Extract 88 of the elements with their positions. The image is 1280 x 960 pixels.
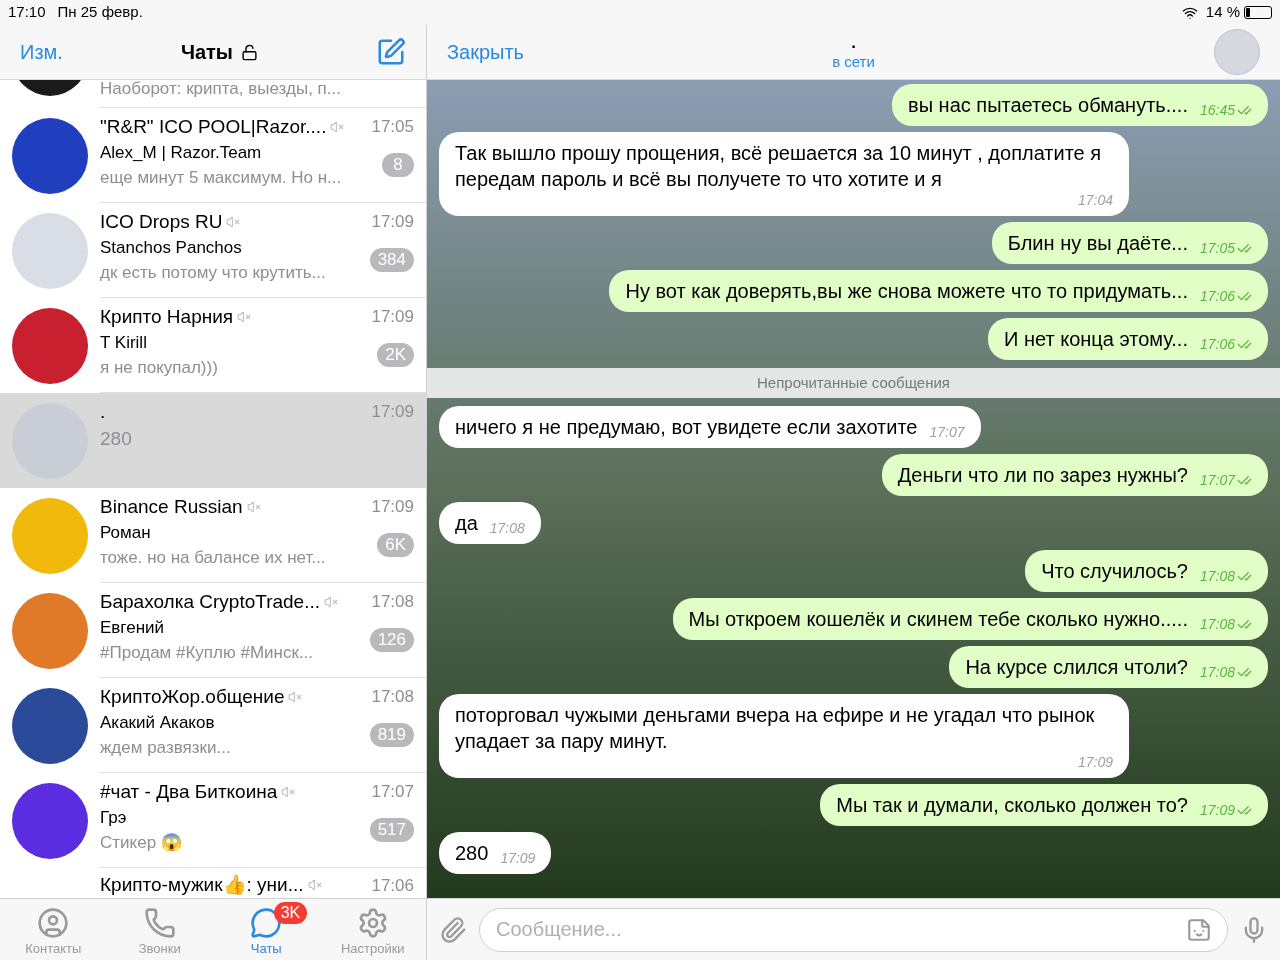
chat-time: 17:09 bbox=[371, 211, 414, 234]
chat-title: . bbox=[100, 399, 106, 424]
chat-preview: Стикер 😱 bbox=[100, 832, 183, 854]
message-text: 280 bbox=[455, 841, 489, 866]
unread-count: 819 bbox=[369, 723, 414, 747]
chat-preview: 280 bbox=[100, 427, 133, 451]
unread-count: 6K bbox=[377, 533, 414, 557]
chat-sender: Роман bbox=[100, 522, 152, 544]
message-time: 17:08 bbox=[1199, 616, 1235, 632]
chat-sender: Акакий Акаков bbox=[100, 712, 216, 734]
message-time: 17:09 bbox=[500, 850, 536, 866]
chat-time: 17:09 bbox=[371, 496, 414, 519]
chats-title: Чаты bbox=[180, 40, 233, 65]
chat-preview: еще минут 5 максимум. Но н... bbox=[100, 167, 343, 189]
message-time: 17:06 bbox=[1199, 288, 1235, 304]
message-text: И нет конца этому... bbox=[1004, 327, 1188, 352]
compose-icon[interactable] bbox=[376, 37, 406, 67]
sticker-icon[interactable] bbox=[1186, 916, 1212, 943]
chat-time: 17:07 bbox=[371, 781, 414, 804]
chat-preview: #Продам #Куплю #Минск... bbox=[100, 642, 315, 664]
phone-icon bbox=[143, 906, 176, 939]
chat-time: 17:05 bbox=[371, 116, 414, 139]
message-time: 17:09 bbox=[1077, 754, 1113, 770]
unread-count: 2K bbox=[377, 343, 414, 367]
message-text: да bbox=[455, 511, 478, 536]
chat-time: 17:08 bbox=[371, 591, 414, 614]
chat-time: 17:06 bbox=[371, 874, 414, 897]
chat-title: КриптоЖор.общение bbox=[100, 684, 285, 709]
status-time: 17:10 bbox=[8, 2, 46, 23]
message-time: 17:08 bbox=[1199, 568, 1235, 584]
message-time: 17:08 bbox=[1199, 664, 1235, 680]
chat-preview: дк есть потому что крутить... bbox=[100, 262, 327, 284]
battery-icon bbox=[1244, 6, 1272, 19]
attach-icon[interactable] bbox=[439, 915, 467, 944]
message-text: Деньги что ли по зарез нужны? bbox=[897, 463, 1188, 488]
chat-sender: Alex_M | Razor.Team bbox=[100, 142, 263, 164]
chat-sender: Евгений bbox=[100, 617, 166, 639]
chat-preview: я не покупал))) bbox=[100, 357, 219, 379]
message-time: 17:06 bbox=[1199, 336, 1235, 352]
message-time: 17:08 bbox=[489, 520, 525, 536]
chat-sender: T Kirill bbox=[100, 332, 148, 354]
chat-title: . bbox=[851, 33, 856, 53]
battery-percent: 14 % bbox=[1205, 2, 1240, 23]
chat-preview: ждем развязки... bbox=[100, 737, 232, 759]
chat-sender: Грэ bbox=[100, 807, 128, 829]
chat-sender: Stanchos Panchos bbox=[100, 237, 243, 259]
chat-preview: тоже. но на балансе их нет... bbox=[100, 547, 327, 569]
chat-preview: Наоборот: крипта, выезды, п... bbox=[100, 80, 341, 98]
message-text: вы нас пытаетесь обмануть.... bbox=[908, 93, 1188, 118]
message-text: Так вышло прошу прощения, всё решается за 10 минут , доплатите я передам пароль и всё вы получете то что хотите и я bbox=[455, 141, 1103, 192]
message-time: 17:07 bbox=[929, 424, 965, 440]
message-text: Мы так и думали, сколько должен то? bbox=[836, 793, 1188, 818]
message-time: 17:05 bbox=[1199, 240, 1235, 256]
chat-title: Крипто Нарния bbox=[100, 304, 234, 329]
status-date: Пн 25 февр. bbox=[57, 2, 143, 23]
message-text: поторговал чужыми деньгами вчера на ефире и не угадал что рынок упадает за пару минут. bbox=[455, 703, 1096, 754]
message-text: Ну вот как доверять,вы же снова можете что то придумать... bbox=[625, 279, 1188, 304]
unread-count: 126 bbox=[369, 628, 414, 652]
message-text: ничего я не предумаю, вот увидете если захотите bbox=[455, 415, 918, 440]
contact-avatar[interactable] bbox=[1214, 29, 1260, 75]
message-text: На курсе слился чтоли? bbox=[965, 655, 1188, 680]
chat-title: Барахолка CryptoTrade... bbox=[100, 589, 320, 614]
message-time: 16:45 bbox=[1199, 102, 1235, 118]
chat-time: 17:09 bbox=[371, 306, 414, 329]
person-icon bbox=[37, 906, 70, 939]
chat-time: 17:08 bbox=[371, 686, 414, 709]
message-text: Блин ну вы даёте... bbox=[1007, 231, 1188, 256]
chat-title: ICO Drops RU bbox=[100, 209, 223, 234]
chat-title: Крипто-мужик👍: уни... bbox=[100, 873, 304, 898]
tab-bar-item[interactable]: 3K Чаты bbox=[213, 899, 320, 960]
unread-count: 384 bbox=[369, 248, 414, 272]
chat-title: "R&R" ICO POOL|Razor.... bbox=[100, 114, 327, 139]
tab-badge: 3K bbox=[273, 902, 308, 924]
message-time: 17:04 bbox=[1077, 192, 1113, 208]
chat-bubbles-icon bbox=[250, 906, 283, 939]
chat-time: 17:09 bbox=[371, 401, 414, 424]
unread-count: 8 bbox=[382, 153, 414, 177]
message-text: Что случилось? bbox=[1041, 559, 1188, 584]
message-time: 17:09 bbox=[1199, 802, 1235, 818]
online-status: в сети bbox=[832, 53, 875, 71]
message-text: Мы откроем кошелёк и скинем тебе сколько нужно..... bbox=[688, 607, 1188, 632]
unread-count: 517 bbox=[369, 818, 414, 842]
chat-title: Binance Russian bbox=[100, 494, 243, 519]
message-time: 17:07 bbox=[1199, 472, 1235, 488]
unlocked-lock-icon[interactable] bbox=[240, 43, 258, 61]
chat-title: #чат - Два Биткоина bbox=[100, 779, 278, 804]
chat-list-item[interactable]: . 17:09 280 bbox=[0, 393, 426, 488]
message-input[interactable]: Сообщение... bbox=[479, 907, 1228, 952]
